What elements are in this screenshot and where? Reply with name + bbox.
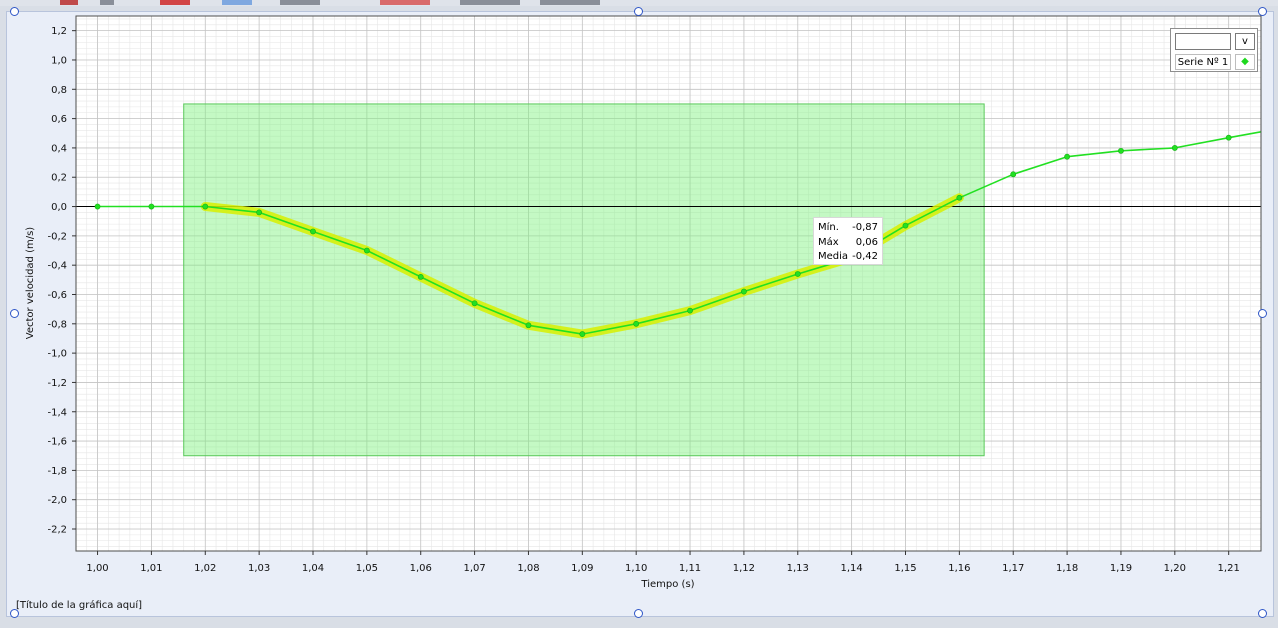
x-tick-label: 1,19 bbox=[1110, 563, 1132, 574]
data-point[interactable] bbox=[633, 320, 640, 327]
data-point[interactable] bbox=[202, 203, 209, 210]
series-selector-dropdown[interactable]: v bbox=[1235, 33, 1255, 50]
x-tick-label: 1,10 bbox=[625, 563, 647, 574]
y-tick-label: 0,2 bbox=[51, 173, 67, 184]
resize-handle[interactable] bbox=[1258, 7, 1267, 16]
data-point[interactable] bbox=[1171, 145, 1178, 151]
chart-title-placeholder[interactable]: [Título de la gráfica aquí] bbox=[16, 600, 142, 611]
stat-max: Máx 0,06 bbox=[818, 236, 878, 248]
legend: v Serie Nº 1 ◆ bbox=[1170, 28, 1258, 72]
resize-handle[interactable] bbox=[634, 609, 643, 618]
y-tick-label: -1,4 bbox=[47, 407, 67, 418]
resize-handle[interactable] bbox=[10, 309, 19, 318]
x-tick-label: 1,11 bbox=[679, 563, 701, 574]
data-point[interactable] bbox=[1064, 153, 1070, 160]
data-point[interactable] bbox=[956, 194, 963, 201]
x-tick-label: 1,02 bbox=[194, 563, 216, 574]
y-tick-label: -1,8 bbox=[47, 466, 67, 477]
y-tick-label: 1,0 bbox=[51, 55, 67, 66]
data-point[interactable] bbox=[417, 274, 424, 280]
x-tick-label: 1,04 bbox=[302, 563, 324, 574]
x-tick-label: 1,14 bbox=[841, 563, 863, 574]
data-point[interactable] bbox=[148, 203, 155, 210]
x-tick-label: 1,16 bbox=[948, 563, 970, 574]
selection-region[interactable] bbox=[183, 103, 985, 457]
x-tick-label: 1,13 bbox=[787, 563, 809, 574]
data-point[interactable] bbox=[256, 209, 263, 216]
stat-min: Mín. -0,87 bbox=[818, 222, 878, 233]
x-tick-label: 1,07 bbox=[463, 563, 485, 574]
y-tick-label: 0,8 bbox=[51, 85, 67, 96]
y-tick-label: 0,4 bbox=[51, 143, 67, 154]
statistics-tooltip: Mín. -0,87 Máx 0,06 Media -0,42 bbox=[813, 217, 883, 265]
chart-canvas: 1,00 1,01 1,02 1,03 1,04 1,05 1,06 1,07 1,08 1,09… bbox=[25, 15, 1262, 590]
data-point[interactable] bbox=[471, 300, 478, 307]
data-point[interactable] bbox=[687, 307, 693, 314]
y-tick-label: 1,2 bbox=[51, 26, 67, 37]
x-tick-label: 1,08 bbox=[517, 563, 539, 574]
y-axis-label: Vector velocidad (m/s) bbox=[25, 227, 36, 340]
data-point[interactable] bbox=[741, 288, 747, 295]
resize-handle[interactable] bbox=[1258, 609, 1267, 618]
x-tick-label: 1,01 bbox=[140, 563, 162, 574]
series-selector-input[interactable] bbox=[1175, 33, 1231, 50]
y-tick-label: -1,6 bbox=[47, 437, 67, 448]
data-point[interactable] bbox=[579, 331, 586, 337]
legend-series-label[interactable]: Serie Nº 1 bbox=[1175, 54, 1231, 70]
y-tick-label: -2,2 bbox=[47, 525, 67, 536]
data-point[interactable] bbox=[525, 322, 532, 329]
x-tick-label: 1,21 bbox=[1218, 563, 1240, 574]
y-tick-label: -2,0 bbox=[47, 495, 67, 506]
data-point[interactable] bbox=[310, 228, 316, 235]
y-tick-label: -0,4 bbox=[47, 261, 67, 272]
data-point[interactable] bbox=[902, 222, 909, 229]
resize-handle[interactable] bbox=[10, 7, 19, 16]
data-point[interactable] bbox=[1118, 147, 1124, 154]
x-tick-label: 1,00 bbox=[86, 563, 108, 574]
resize-handle[interactable] bbox=[634, 7, 643, 16]
resize-handle[interactable] bbox=[1258, 309, 1267, 318]
data-point[interactable] bbox=[794, 271, 801, 277]
x-tick-label: 1,20 bbox=[1164, 563, 1186, 574]
y-tick-label: -0,6 bbox=[47, 290, 67, 301]
y-tick-label: -0,8 bbox=[47, 319, 67, 330]
data-point[interactable] bbox=[1010, 171, 1017, 178]
x-tick-label: 1,03 bbox=[248, 563, 270, 574]
x-axis-label: Tiempo (s) bbox=[640, 579, 694, 590]
x-tick-label: 1,18 bbox=[1056, 563, 1078, 574]
y-tick-label: -0,2 bbox=[47, 231, 67, 242]
data-point[interactable] bbox=[363, 247, 370, 254]
y-tick-label: -1,2 bbox=[47, 378, 67, 389]
x-tick-label: 1,09 bbox=[571, 563, 593, 574]
x-tick-label: 1,12 bbox=[733, 563, 755, 574]
data-point[interactable] bbox=[94, 203, 101, 210]
x-tick-label: 1,15 bbox=[894, 563, 916, 574]
data-point[interactable] bbox=[1225, 134, 1232, 141]
x-tick-label: 1,06 bbox=[410, 563, 432, 574]
legend-series-marker-icon[interactable]: ◆ bbox=[1235, 54, 1255, 70]
y-tick-label: 0,6 bbox=[51, 114, 67, 125]
stat-mean: Media -0,42 bbox=[818, 251, 878, 262]
y-tick-label: 0,0 bbox=[51, 202, 67, 213]
x-tick-label: 1,17 bbox=[1002, 563, 1024, 574]
y-tick-label: -1,0 bbox=[47, 349, 67, 360]
x-tick-label: 1,05 bbox=[356, 563, 378, 574]
